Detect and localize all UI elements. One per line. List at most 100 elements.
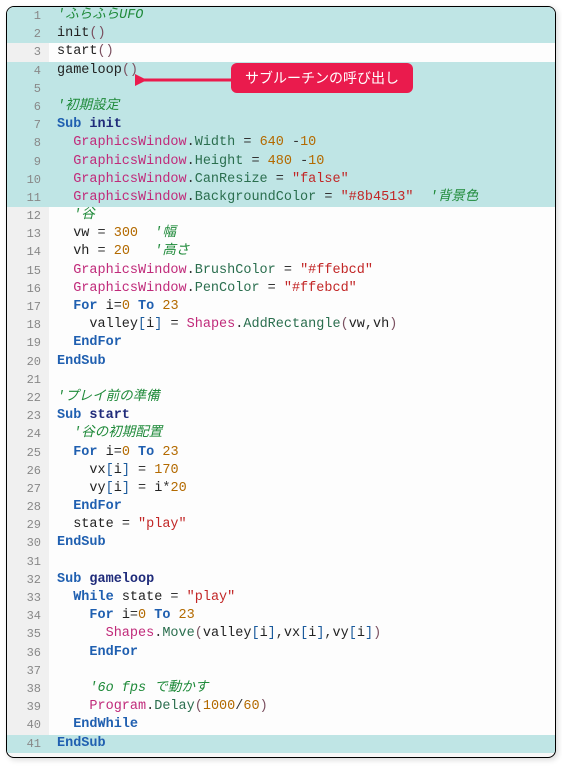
line-number: 26	[7, 462, 49, 480]
code-line: 24 '谷の初期配置	[7, 425, 555, 443]
code-content: For i=0 To 23	[49, 298, 555, 316]
code-line: 30EndSub	[7, 534, 555, 552]
code-line: 39 Program.Delay(1000/60)	[7, 698, 555, 716]
line-number: 13	[7, 225, 49, 243]
code-line: 29 state = "play"	[7, 516, 555, 534]
line-number: 36	[7, 644, 49, 662]
code-content: Shapes.Move(valley[i],vx[i],vy[i])	[49, 625, 555, 643]
line-number: 20	[7, 353, 49, 371]
code-content: For i=0 To 23	[49, 607, 555, 625]
line-number: 8	[7, 134, 49, 152]
line-number: 30	[7, 534, 49, 552]
code-line: 34 For i=0 To 23	[7, 607, 555, 625]
code-line: 41EndSub	[7, 735, 555, 753]
line-number: 38	[7, 680, 49, 698]
code-content: init()	[49, 25, 555, 43]
code-line: 37	[7, 662, 555, 680]
code-content: EndFor	[49, 498, 555, 516]
line-number: 22	[7, 389, 49, 407]
line-number: 5	[7, 80, 49, 98]
code-line: 36 EndFor	[7, 644, 555, 662]
line-number: 7	[7, 116, 49, 134]
code-content: GraphicsWindow.BackgroundColor = "#8b451…	[49, 189, 555, 207]
line-number: 19	[7, 334, 49, 352]
line-number: 35	[7, 625, 49, 643]
code-line: 20EndSub	[7, 353, 555, 371]
code-content: EndFor	[49, 644, 555, 662]
line-number: 39	[7, 698, 49, 716]
code-content: Sub init	[49, 116, 555, 134]
code-line: 40 EndWhile	[7, 716, 555, 734]
code-content: Sub start	[49, 407, 555, 425]
line-number: 15	[7, 262, 49, 280]
code-content: 'プレイ前の準備	[49, 389, 555, 407]
code-line: 13 vw = 300 '幅	[7, 225, 555, 243]
code-content: EndFor	[49, 334, 555, 352]
code-line: 38 '6o fps で動かす	[7, 680, 555, 698]
code-content	[49, 553, 555, 571]
code-line: 7Sub init	[7, 116, 555, 134]
line-number: 33	[7, 589, 49, 607]
code-line: 21	[7, 371, 555, 389]
line-number: 34	[7, 607, 49, 625]
code-content	[49, 371, 555, 389]
code-line: 11 GraphicsWindow.BackgroundColor = "#8b…	[7, 189, 555, 207]
code-content: '6o fps で動かす	[49, 680, 555, 698]
code-content	[49, 662, 555, 680]
code-line: 9 GraphicsWindow.Height = 480 -10	[7, 153, 555, 171]
code-content: start()	[49, 43, 555, 61]
line-number: 3	[7, 43, 49, 61]
line-number: 31	[7, 553, 49, 571]
code-line: 25 For i=0 To 23	[7, 444, 555, 462]
code-content: Program.Delay(1000/60)	[49, 698, 555, 716]
line-number: 37	[7, 662, 49, 680]
line-number: 4	[7, 62, 49, 80]
line-number: 18	[7, 316, 49, 334]
line-number: 12	[7, 207, 49, 225]
code-editor: 1'ふらふらUFO2init()3start()4gameloop()56'初期…	[6, 6, 556, 758]
line-number: 29	[7, 516, 49, 534]
code-line: 2init()	[7, 25, 555, 43]
code-content: '初期設定	[49, 98, 555, 116]
code-content: GraphicsWindow.BrushColor = "#ffebcd"	[49, 262, 555, 280]
code-line: 14 vh = 20 '高さ	[7, 243, 555, 261]
code-line: 3start()	[7, 43, 555, 61]
line-number: 14	[7, 243, 49, 261]
code-line: 23Sub start	[7, 407, 555, 425]
code-content: Sub gameloop	[49, 571, 555, 589]
code-content: vh = 20 '高さ	[49, 243, 555, 261]
line-number: 17	[7, 298, 49, 316]
line-number: 41	[7, 735, 49, 753]
code-line: 35 Shapes.Move(valley[i],vx[i],vy[i])	[7, 625, 555, 643]
code-line: 6'初期設定	[7, 98, 555, 116]
code-content: 'ふらふらUFO	[49, 7, 555, 25]
code-content: For i=0 To 23	[49, 444, 555, 462]
code-line: 15 GraphicsWindow.BrushColor = "#ffebcd"	[7, 262, 555, 280]
code-content: GraphicsWindow.PenColor = "#ffebcd"	[49, 280, 555, 298]
code-content: vx[i] = 170	[49, 462, 555, 480]
line-number: 25	[7, 444, 49, 462]
code-content: GraphicsWindow.Width = 640 -10	[49, 134, 555, 152]
line-number: 24	[7, 425, 49, 443]
code-line: 22'プレイ前の準備	[7, 389, 555, 407]
code-line: 27 vy[i] = i*20	[7, 480, 555, 498]
line-number: 1	[7, 7, 49, 25]
code-content: GraphicsWindow.Height = 480 -10	[49, 153, 555, 171]
code-line: 12 '谷	[7, 207, 555, 225]
line-number: 32	[7, 571, 49, 589]
line-number: 11	[7, 189, 49, 207]
code-line: 28 EndFor	[7, 498, 555, 516]
code-line: 16 GraphicsWindow.PenColor = "#ffebcd"	[7, 280, 555, 298]
code-line: 32Sub gameloop	[7, 571, 555, 589]
line-number: 27	[7, 480, 49, 498]
line-number: 10	[7, 171, 49, 189]
code-content: While state = "play"	[49, 589, 555, 607]
line-number: 40	[7, 716, 49, 734]
code-line: 1'ふらふらUFO	[7, 7, 555, 25]
code-content: EndSub	[49, 735, 555, 753]
code-line: 31	[7, 553, 555, 571]
code-line: 18 valley[i] = Shapes.AddRectangle(vw,vh…	[7, 316, 555, 334]
callout-label: サブルーチンの呼び出し	[231, 63, 413, 93]
code-content: vy[i] = i*20	[49, 480, 555, 498]
line-number: 28	[7, 498, 49, 516]
